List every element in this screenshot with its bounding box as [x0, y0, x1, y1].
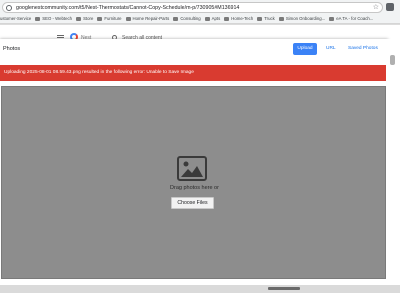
bookmark-item[interactable]: SEO - Webtech: [35, 16, 72, 21]
photo-dropzone[interactable]: Drag photos here or Choose Files: [1, 86, 386, 279]
bookmark-item[interactable]: Store: [76, 16, 93, 21]
folder-icon: [257, 16, 263, 21]
bookmark-item[interactable]: ustomer-Service: [0, 16, 31, 21]
bookmark-item[interactable]: Consulting: [173, 16, 201, 21]
dialog-title: Photos: [3, 46, 21, 52]
folder-icon: [278, 16, 284, 21]
bookmark-star-icon[interactable]: ☆: [373, 4, 379, 11]
tab-upload[interactable]: Upload: [293, 43, 317, 55]
bookmark-item[interactable]: Truck: [257, 16, 275, 21]
tab-saved-photos[interactable]: Saved Photos: [348, 46, 378, 51]
drag-instructions: Drag photos here or: [170, 185, 219, 191]
page-scrollbar[interactable]: [388, 39, 400, 285]
tab-url[interactable]: URL: [326, 46, 336, 51]
folder-icon: [224, 16, 230, 21]
error-message: Uploading 2025-08-01 08.59.43.png result…: [4, 70, 194, 75]
dialog-header: Photos Upload URL Saved Photos: [0, 39, 388, 59]
bookmarks-bar: ustomer-Service SEO - Webtech Store Furn…: [0, 14, 400, 24]
address-bar[interactable]: googlenestcommunity.com/t5/Nest-Thermost…: [2, 2, 383, 13]
browser-toolbar: googlenestcommunity.com/t5/Nest-Thermost…: [0, 0, 400, 14]
folder-icon: [125, 16, 131, 21]
horizontal-scrollbar-thumb[interactable]: [268, 287, 300, 290]
folder-icon: [329, 16, 335, 21]
folder-icon: [35, 16, 41, 21]
bookmark-item[interactable]: Home-Tech: [224, 16, 253, 21]
folder-icon: [204, 16, 210, 21]
bookmark-item[interactable]: Simon Onboarding...: [278, 16, 325, 21]
photos-dialog: Photos Upload URL Saved Photos Uploading…: [0, 39, 388, 285]
bookmark-item[interactable]: Furniture: [97, 16, 122, 21]
image-placeholder-icon: [177, 156, 207, 181]
page-bottom: [0, 285, 400, 293]
extension-icon[interactable]: [386, 3, 394, 11]
folder-icon: [76, 16, 82, 21]
bookmark-item[interactable]: Apts: [204, 16, 220, 21]
page-scrollbar-thumb[interactable]: [390, 55, 395, 65]
error-banner: Uploading 2025-08-01 08.59.43.png result…: [0, 65, 386, 81]
bookmark-item[interactable]: eA TA - for Coach...: [329, 16, 373, 21]
bookmark-item[interactable]: Home Repair-Parts: [125, 16, 169, 21]
folder-icon: [97, 16, 103, 21]
choose-files-button[interactable]: Choose Files: [171, 197, 214, 209]
site-info-icon[interactable]: [6, 4, 12, 11]
folder-icon: [173, 16, 179, 21]
address-bar-url[interactable]: googlenestcommunity.com/t5/Nest-Thermost…: [16, 5, 373, 11]
